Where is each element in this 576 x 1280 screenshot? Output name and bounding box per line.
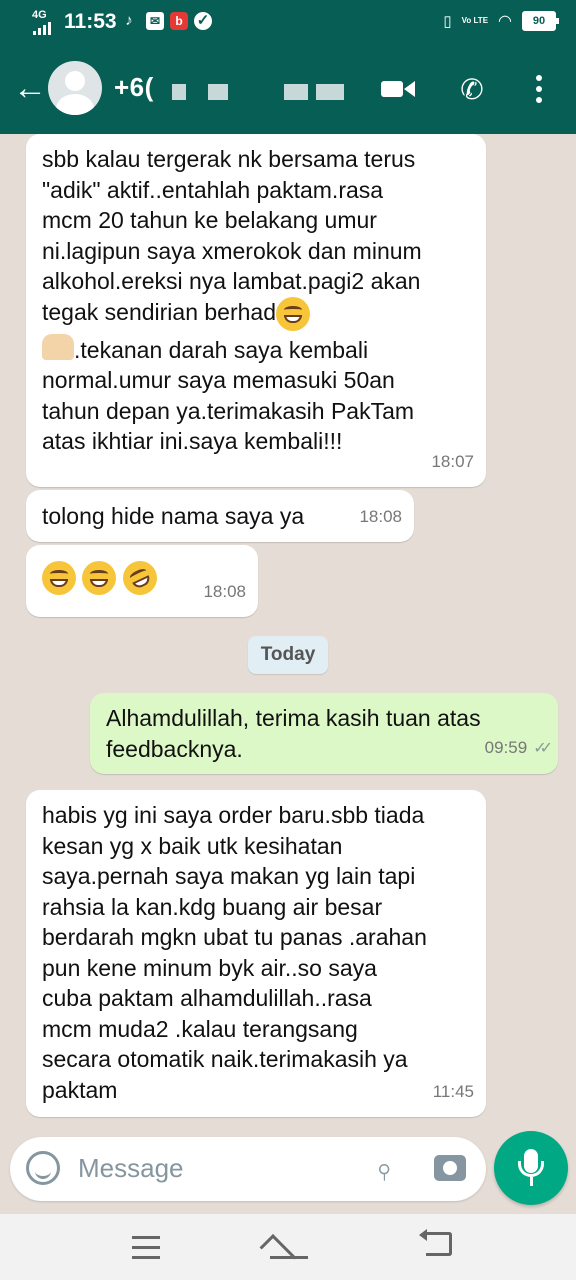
status-time: 11:53: [64, 10, 117, 33]
status-bar: 4G 11:53 ♪ ✉ b ✓ ▯ Vo LTE ◠ 90: [0, 0, 576, 44]
notification-icon: ✓: [194, 12, 212, 30]
mic-button[interactable]: [494, 1131, 568, 1205]
app-notification-icon: b: [170, 12, 188, 30]
message-bubble-incoming[interactable]: sbb kalau tergerak nk bersama terus "adi…: [26, 134, 486, 487]
redaction-block: [316, 84, 344, 100]
system-nav-bar: [0, 1214, 576, 1280]
rolling-laughing-emoji-icon: [117, 555, 163, 601]
more-options-icon[interactable]: [524, 71, 554, 107]
chat-header: ← +6( ✆: [0, 44, 576, 134]
recent-apps-icon[interactable]: [132, 1236, 160, 1259]
tiktok-icon: ♪: [125, 12, 133, 29]
battery-icon: 90: [522, 11, 559, 31]
grinning-face-emoji-icon: [276, 296, 310, 331]
voice-call-icon[interactable]: ✆: [454, 71, 490, 107]
contact-name[interactable]: +6(: [114, 72, 154, 103]
vibrate-icon: ▯: [443, 13, 452, 30]
signal-icon: [33, 22, 51, 35]
message-text: Alhamdulillah, terima kasih tuan atas fe…: [106, 705, 481, 762]
emoji-icon[interactable]: [26, 1151, 60, 1185]
message-text: habis yg ini saya order baru.sbb tiada k…: [42, 802, 427, 1103]
raised-hands-emoji-icon: [42, 334, 74, 361]
message-time: 18:07: [431, 451, 474, 471]
grinning-face-emoji-icon: [82, 561, 117, 595]
message-bubble-incoming[interactable]: habis yg ini saya order baru.sbb tiada k…: [26, 790, 486, 1117]
read-receipt-icon: ✓✓: [533, 739, 553, 757]
camera-icon[interactable]: [434, 1155, 466, 1181]
redaction-block: [284, 84, 308, 100]
grinning-face-emoji-icon: [42, 561, 76, 595]
redaction-block: [172, 84, 186, 100]
message-bubble-incoming[interactable]: 18:08: [26, 545, 258, 617]
back-icon[interactable]: [419, 1229, 452, 1256]
message-time: 09:59 ✓✓: [485, 733, 553, 765]
message-text: tolong hide nama saya ya: [42, 503, 305, 529]
message-bubble-outgoing[interactable]: Alhamdulillah, terima kasih tuan atas fe…: [90, 693, 558, 774]
message-bubble-incoming[interactable]: tolong hide nama saya ya 18:08: [26, 490, 414, 542]
message-time: 18:08: [203, 581, 246, 601]
mail-icon: ✉: [146, 12, 164, 30]
video-call-icon[interactable]: [380, 71, 416, 107]
network-type: 4G: [32, 9, 47, 21]
message-text: .tekanan darah saya kembali normal.umur …: [42, 336, 415, 455]
redaction-block: [208, 84, 228, 100]
back-arrow-icon[interactable]: ←: [10, 66, 50, 110]
avatar[interactable]: [48, 61, 102, 115]
message-time: 11:45: [432, 1081, 474, 1101]
date-divider: Today: [248, 636, 328, 674]
wifi-icon: ◠: [498, 13, 512, 30]
volte-icon: Vo LTE: [461, 16, 489, 25]
message-time: 18:08: [359, 506, 402, 526]
message-text: sbb kalau tergerak nk bersama terus "adi…: [42, 146, 422, 325]
home-icon[interactable]: [259, 1232, 308, 1271]
message-list[interactable]: sbb kalau tergerak nk bersama terus "adi…: [0, 134, 576, 1130]
attach-icon[interactable]: ⌕: [359, 1144, 410, 1195]
message-input[interactable]: Message: [78, 1153, 184, 1184]
message-composer: Message ⌕: [10, 1137, 486, 1201]
